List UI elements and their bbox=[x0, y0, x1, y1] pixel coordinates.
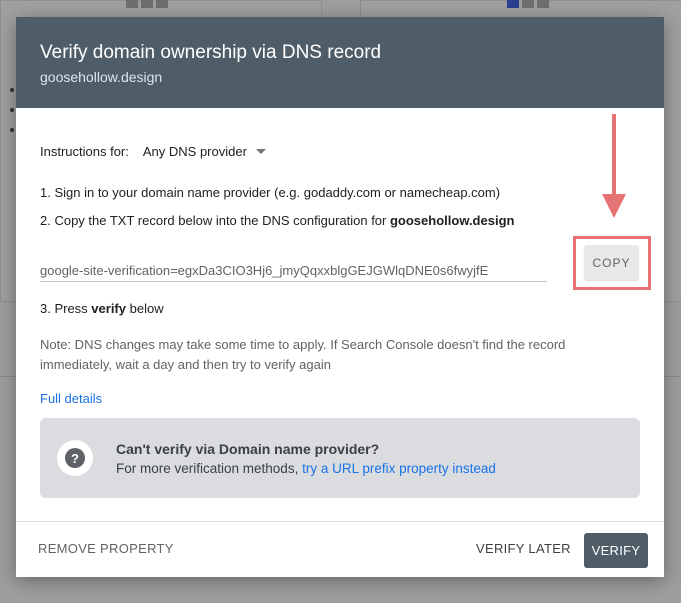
instructions-label: Instructions for: bbox=[40, 144, 129, 159]
dialog-subtitle: goosehollow.design bbox=[40, 69, 163, 85]
verify-later-button[interactable]: VERIFY LATER bbox=[470, 540, 577, 557]
step-2: 2. Copy the TXT record below into the DN… bbox=[40, 213, 514, 228]
step-3: 3. Press verify below bbox=[40, 301, 164, 316]
dns-note: Note: DNS changes may take some time to … bbox=[40, 337, 566, 372]
dns-provider-select[interactable]: Any DNS provider bbox=[143, 144, 266, 159]
dialog-title: Verify domain ownership via DNS record bbox=[40, 42, 382, 63]
info-text-prefix: For more verification methods, bbox=[116, 461, 303, 476]
question-mark-circle-icon: ? bbox=[57, 440, 93, 476]
info-text: For more verification methods, try a URL… bbox=[116, 461, 496, 476]
step-2-text: 2. Copy the TXT record below into the DN… bbox=[40, 213, 390, 228]
verify-dns-dialog: Verify domain ownership via DNS record g… bbox=[16, 17, 664, 577]
step-3-suffix: below bbox=[126, 301, 164, 316]
verify-button[interactable]: VERIFY bbox=[584, 533, 648, 568]
step-1: 1. Sign in to your domain name provider … bbox=[40, 185, 501, 200]
arrow-down-annotation-icon bbox=[602, 114, 626, 218]
alternative-methods-box: ? Can't verify via Domain name provider?… bbox=[40, 418, 640, 498]
dialog-footer: REMOVE PROPERTY VERIFY LATER VERIFY bbox=[16, 521, 664, 578]
full-details-link[interactable]: Full details bbox=[40, 391, 102, 406]
url-prefix-link[interactable]: try a URL prefix property instead bbox=[302, 461, 496, 476]
background-tiles-icon bbox=[507, 0, 549, 8]
background-tiles-icon bbox=[126, 0, 168, 8]
txt-record-field[interactable] bbox=[40, 259, 547, 282]
step-3-verify-word: verify bbox=[91, 301, 126, 316]
step-2-domain: goosehollow.design bbox=[389, 213, 515, 228]
copy-button[interactable]: COPY bbox=[584, 245, 639, 280]
dns-provider-value: Any DNS provider bbox=[142, 144, 247, 159]
info-title: Can't verify via Domain name provider? bbox=[116, 441, 380, 457]
caret-down-icon bbox=[255, 149, 266, 154]
background-bullets bbox=[10, 88, 14, 148]
dialog-header: Verify domain ownership via DNS record g… bbox=[16, 17, 664, 108]
remove-property-button[interactable]: REMOVE PROPERTY bbox=[32, 540, 180, 557]
instructions-row: Instructions for: Any DNS provider bbox=[40, 144, 266, 159]
step-3-prefix: 3. Press bbox=[40, 301, 92, 316]
